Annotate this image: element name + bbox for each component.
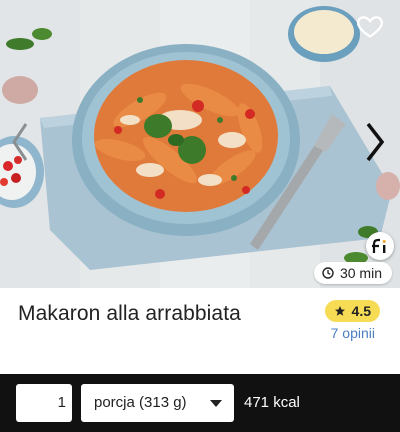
opinions-link[interactable]: 7 opinii (331, 325, 375, 341)
pasta-photo (0, 0, 400, 288)
rating-value: 4.5 (351, 303, 371, 319)
heart-outline-icon[interactable] (356, 12, 384, 40)
portion-select-value: porcja (313 g) (94, 394, 187, 411)
portion-select[interactable]: porcja (313 g) (81, 384, 234, 422)
cook-time-badge: 30 min (313, 262, 392, 284)
chevron-left-icon[interactable] (6, 118, 34, 166)
cook-time-text: 30 min (339, 265, 382, 281)
chevron-right-icon[interactable] (362, 118, 390, 166)
calories-text: 471 kcal (244, 394, 300, 411)
quantity-input[interactable]: 1 (16, 384, 72, 422)
caret-down-icon (210, 400, 222, 407)
clock-icon (322, 267, 334, 279)
fi-logo-icon (366, 232, 394, 260)
recipe-title: Makaron alla arrabbiata (18, 302, 241, 325)
recipe-image: 30 min (0, 0, 400, 288)
star-icon (334, 306, 345, 316)
rating-badge: 4.5 (324, 300, 380, 322)
